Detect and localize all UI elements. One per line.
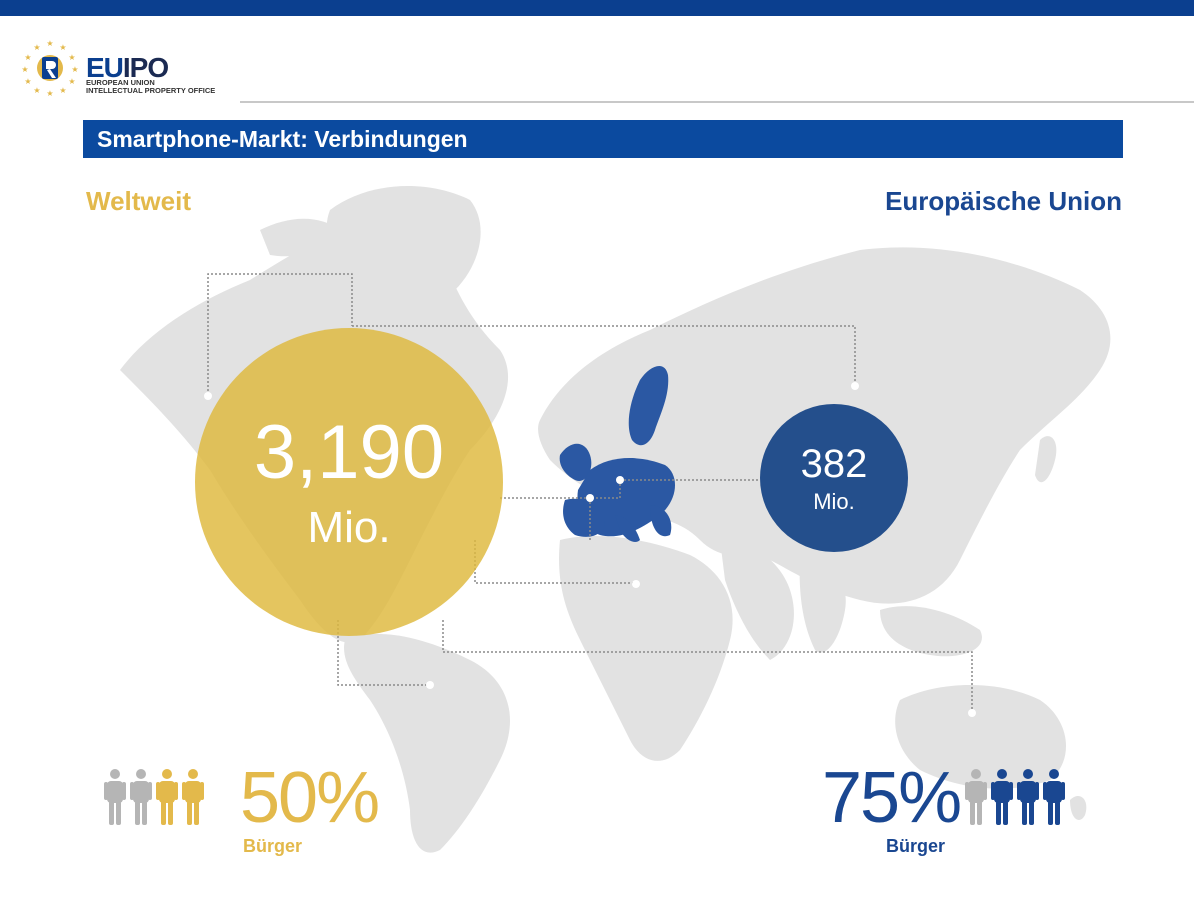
world-heading: Weltweit: [86, 186, 191, 216]
world-percent-label: Bürger: [243, 836, 303, 856]
world-people-icons: [104, 768, 208, 828]
eu-unit: Mio.: [813, 489, 855, 514]
person-icon: [991, 769, 1013, 825]
person-icon: [1017, 769, 1039, 825]
person-icon: [104, 769, 126, 825]
world-value: 3,190: [253, 410, 445, 495]
person-icon: [156, 769, 178, 825]
eu-heading: Europäische Union: [885, 186, 1122, 216]
world-unit: Mio.: [307, 503, 391, 552]
person-icon: [1043, 769, 1065, 825]
eu-percent-label: Bürger: [886, 836, 946, 856]
eu-percent: 75%: [822, 758, 962, 838]
person-icon: [965, 769, 987, 825]
eu-value: 382: [800, 442, 868, 486]
person-icon: [130, 769, 152, 825]
world-percent: 50%: [240, 758, 380, 838]
person-icon: [182, 769, 204, 825]
eu-people-icons: [965, 768, 1069, 828]
world-map: [120, 186, 1111, 853]
